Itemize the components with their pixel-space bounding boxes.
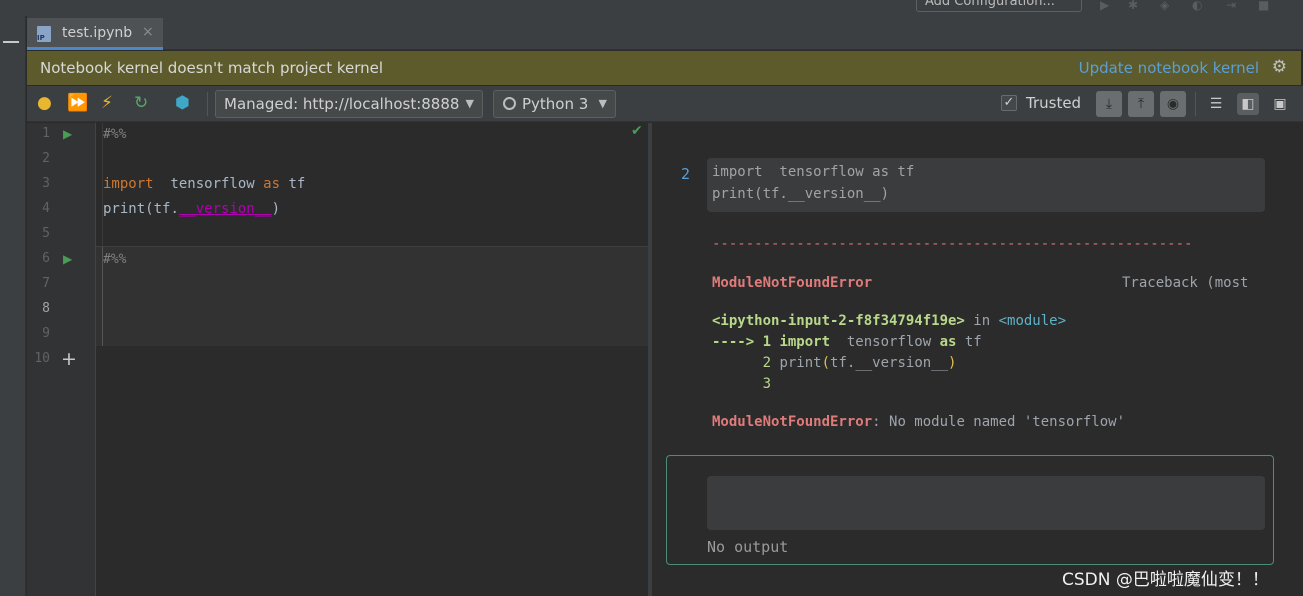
code-line-6: #%% bbox=[103, 252, 127, 267]
expand-output-icon[interactable]: ⤒ bbox=[1128, 91, 1154, 117]
server-label: Managed: http://localhost:8888 bbox=[224, 95, 460, 113]
line-number: 2 bbox=[42, 151, 50, 166]
code-line-1: #%% bbox=[103, 127, 127, 142]
banner-message: Notebook kernel doesn't match project ke… bbox=[40, 59, 384, 77]
profile-icon[interactable]: ◐ bbox=[1192, 0, 1202, 12]
preview-scrollbar[interactable] bbox=[1295, 123, 1303, 596]
code-line-3: import tensorflow as tf bbox=[103, 176, 306, 192]
traceback-line-3: 3 bbox=[712, 376, 772, 392]
restart-icon[interactable]: ↻ bbox=[134, 94, 148, 112]
eye-icon[interactable]: ◉ bbox=[1160, 91, 1186, 117]
preview-cell-selected[interactable]: No output bbox=[666, 455, 1274, 565]
lightbulb-icon[interactable]: ● bbox=[37, 94, 52, 112]
no-output-label: No output bbox=[707, 538, 789, 556]
code-editor[interactable]: ✔ #%% import tensorflow as tf print(tf._… bbox=[96, 123, 648, 596]
interpreter-icon[interactable]: ⬢ bbox=[175, 94, 190, 112]
update-kernel-link[interactable]: Update notebook kernel bbox=[1079, 59, 1259, 77]
error-type: ModuleNotFoundError bbox=[712, 275, 873, 291]
split-view-icon[interactable]: ◧ bbox=[1237, 93, 1259, 115]
editor-tab-strip: IP test.ipynb × bbox=[27, 16, 1303, 50]
preview-input-cell[interactable]: import tensorflow as tf print(tf.__versi… bbox=[707, 158, 1265, 212]
toolbar-separator bbox=[207, 92, 208, 116]
run-all-icon[interactable]: ⏩ bbox=[67, 94, 88, 112]
traceback-line-1: ----> 1 import tensorflow as tf bbox=[712, 334, 982, 350]
trusted-checkbox[interactable]: ✓ bbox=[1001, 95, 1017, 111]
gear-icon[interactable]: ⚙ bbox=[1272, 57, 1287, 77]
debug-icon[interactable]: ✱ bbox=[1128, 0, 1138, 12]
notebook-toolbar: ● ⏩ ⚡ ↻ ⬢ Managed: http://localhost:8888… bbox=[27, 86, 1303, 122]
kernel-mismatch-banner: Notebook kernel doesn't match project ke… bbox=[27, 51, 1301, 85]
traceback-label: Traceback (most bbox=[1122, 275, 1249, 291]
traceback-location: <ipython-input-2-f8f34794f19e> in <modul… bbox=[712, 313, 1067, 329]
collapse-output-icon[interactable]: ⤓ bbox=[1096, 91, 1122, 117]
preview-input-cell[interactable] bbox=[707, 476, 1265, 530]
stop-icon[interactable]: ■ bbox=[1258, 0, 1269, 12]
preview-code-line: print(tf.__version__) bbox=[712, 186, 890, 202]
line-number: 3 bbox=[42, 176, 50, 191]
tab-test-ipynb[interactable]: IP test.ipynb × bbox=[27, 18, 163, 50]
notebook-preview: 2 import tensorflow as tf print(tf.__ver… bbox=[652, 123, 1303, 596]
coverage-icon[interactable]: ◈ bbox=[1160, 0, 1169, 12]
notebook-file-icon: IP bbox=[37, 26, 51, 42]
traceback-line-2: 2 print(tf.__version__) bbox=[712, 355, 957, 371]
kernel-status-icon bbox=[503, 97, 516, 110]
chevron-down-icon: ▼ bbox=[465, 97, 474, 110]
watermark: CSDN @巴啦啦魔仙变！！ bbox=[1062, 570, 1269, 590]
editor-only-icon[interactable]: ☰ bbox=[1205, 93, 1227, 115]
code-line-4: print(tf.__version__) bbox=[103, 201, 281, 217]
line-number: 5 bbox=[42, 226, 50, 241]
check-icon: ✔ bbox=[631, 123, 643, 139]
preview-only-icon[interactable]: ▣ bbox=[1269, 93, 1291, 115]
lightning-icon[interactable]: ⚡ bbox=[101, 94, 113, 112]
execution-count: 2 bbox=[681, 165, 691, 183]
line-number: 6 bbox=[42, 251, 50, 266]
toolbar-separator bbox=[1195, 92, 1196, 116]
traceback-separator: ----------------------------------------… bbox=[712, 236, 1193, 252]
run-target-icon[interactable]: ⇥ bbox=[1226, 0, 1236, 12]
line-number: 4 bbox=[42, 201, 50, 216]
run-icon[interactable]: ▶ bbox=[1100, 0, 1109, 12]
title-bar: Add Configuration... ▶ ✱ ◈ ◐ ⇥ ■ bbox=[0, 0, 1303, 16]
kernel-dropdown[interactable]: Python 3 ▼ bbox=[493, 90, 616, 118]
kernel-label: Python 3 bbox=[522, 95, 589, 113]
run-configuration-dropdown[interactable]: Add Configuration... bbox=[916, 0, 1082, 12]
run-cell-icon[interactable]: ▶ bbox=[63, 127, 72, 141]
line-number: 10 bbox=[34, 351, 50, 366]
run-cell-icon[interactable]: ▶ bbox=[63, 252, 72, 266]
trusted-label: Trusted bbox=[1026, 94, 1082, 112]
server-dropdown[interactable]: Managed: http://localhost:8888 ▼ bbox=[215, 90, 483, 118]
line-number: 7 bbox=[42, 276, 50, 291]
tab-label: test.ipynb bbox=[62, 25, 133, 41]
line-number-current: 8 bbox=[42, 301, 50, 316]
left-tool-rail bbox=[0, 16, 26, 596]
line-number: 9 bbox=[42, 326, 50, 341]
active-cell[interactable] bbox=[96, 246, 648, 346]
add-cell-icon[interactable]: + bbox=[61, 348, 77, 370]
chevron-down-icon: ▼ bbox=[598, 97, 607, 110]
collapse-icon[interactable] bbox=[3, 41, 19, 43]
preview-code-line: import tensorflow as tf bbox=[712, 164, 915, 180]
line-number-gutter: 1 ▶ 2 3 4 5 6 ▶ 7 8 9 10 + bbox=[27, 123, 96, 596]
line-number: 1 bbox=[42, 126, 50, 141]
final-error-message: ModuleNotFoundError: No module named 'te… bbox=[712, 414, 1126, 430]
close-icon[interactable]: × bbox=[142, 24, 154, 40]
